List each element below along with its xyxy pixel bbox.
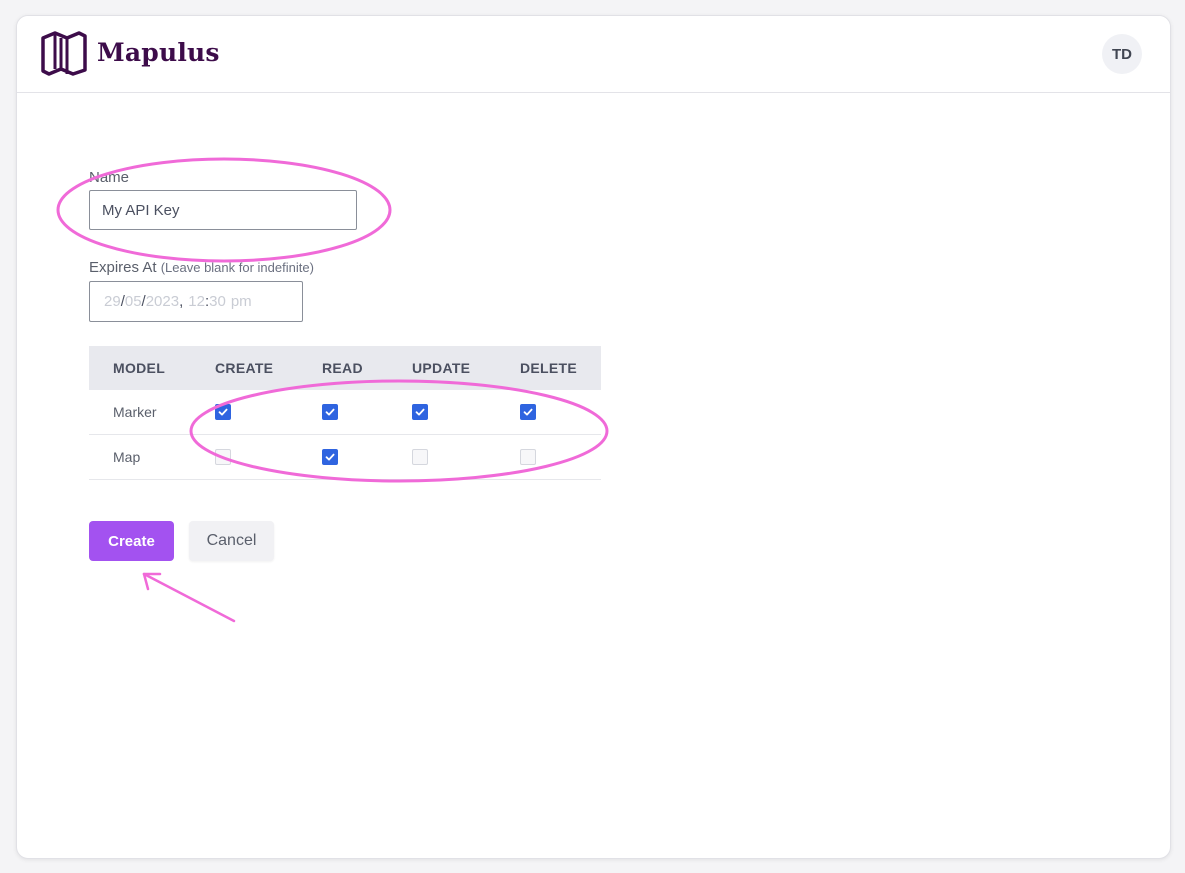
permissions-table: MODEL CREATE READ UPDATE DELETE Marker Ma…: [89, 346, 601, 480]
name-label-text: Name: [89, 169, 130, 186]
checkbox-delete-marker[interactable]: [520, 404, 536, 420]
expires-day[interactable]: 29: [104, 293, 121, 310]
checkbox-create-map[interactable]: [215, 449, 231, 465]
checkmark-icon: [415, 408, 425, 416]
user-avatar[interactable]: TD: [1102, 34, 1142, 74]
expires-label: Expires At (Leave blank for indefinite): [89, 259, 314, 276]
annotation-arrow-line: [142, 572, 236, 623]
checkbox-create-marker[interactable]: [215, 404, 231, 420]
table-row: Marker: [89, 390, 601, 435]
expires-datetime-input[interactable]: 29/05/2023, 12:30 pm: [89, 281, 303, 322]
permissions-header-row: MODEL CREATE READ UPDATE DELETE: [89, 346, 601, 390]
expires-month[interactable]: 05: [125, 293, 142, 310]
header-create: CREATE: [215, 360, 274, 376]
table-row: Map: [89, 435, 601, 480]
checkmark-icon: [325, 453, 335, 461]
header-update: UPDATE: [412, 360, 471, 376]
checkbox-read-marker[interactable]: [322, 404, 338, 420]
checkbox-update-map[interactable]: [412, 449, 428, 465]
header-delete: DELETE: [520, 360, 578, 376]
expires-hour[interactable]: 12: [188, 293, 205, 310]
permission-cell: [412, 404, 520, 420]
checkbox-delete-map[interactable]: [520, 449, 536, 465]
model-name: Marker: [113, 404, 157, 420]
name-label: Name: [89, 169, 129, 186]
name-input[interactable]: [89, 190, 357, 230]
permission-cell: [520, 449, 601, 465]
permission-cell: [322, 404, 412, 420]
checkmark-icon: [218, 408, 228, 416]
permission-cell: [215, 449, 322, 465]
expires-ampm[interactable]: pm: [231, 293, 252, 310]
expires-hint: (Leave blank for indefinite): [160, 260, 314, 275]
expires-year[interactable]: 2023: [146, 293, 179, 310]
checkmark-icon: [523, 408, 533, 416]
map-logo-icon[interactable]: [40, 30, 88, 76]
permissions-body: Marker Map: [89, 390, 601, 480]
cancel-button[interactable]: Cancel: [189, 521, 274, 561]
create-button[interactable]: Create: [89, 521, 174, 561]
permission-cell: [322, 449, 412, 465]
expires-label-text: Expires At: [89, 259, 157, 276]
top-bar: Mapulus TD: [17, 16, 1170, 93]
annotation-arrow-head: [142, 572, 162, 591]
app-window: Mapulus TD Name Expires At (Leave blank …: [16, 15, 1171, 859]
brand-name[interactable]: Mapulus: [97, 38, 220, 67]
permission-cell: [412, 449, 520, 465]
header-model: MODEL: [113, 360, 166, 376]
permission-cell: [215, 404, 322, 420]
checkbox-read-map[interactable]: [322, 449, 338, 465]
expires-minute[interactable]: 30: [209, 293, 226, 310]
permission-cell: [520, 404, 601, 420]
model-name: Map: [113, 449, 141, 465]
header-read: READ: [322, 360, 363, 376]
checkbox-update-marker[interactable]: [412, 404, 428, 420]
checkmark-icon: [325, 408, 335, 416]
